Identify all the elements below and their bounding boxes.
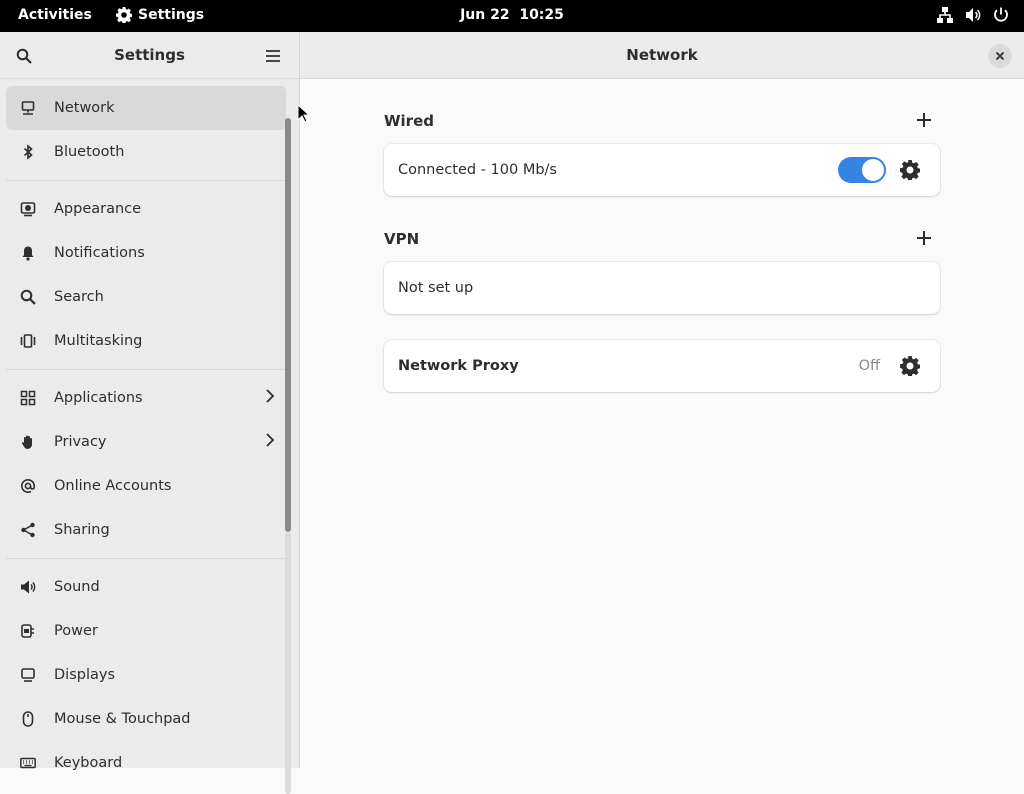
sidebar-item-multitasking[interactable]: Multitasking (6, 319, 286, 363)
bell-icon (18, 243, 38, 263)
sidebar-item-label: Sharing (54, 522, 110, 538)
hamburger-icon (266, 50, 280, 62)
sidebar-item-displays[interactable]: Displays (6, 653, 286, 697)
sidebar: Settings Network Bluetooth Appearance No… (0, 32, 300, 794)
gear-icon (116, 7, 132, 23)
main-menu-button[interactable] (261, 44, 285, 68)
network-proxy-label: Network Proxy (398, 358, 519, 374)
sidebar-item-label: Notifications (54, 245, 145, 261)
sidebar-item-mouse-touchpad[interactable]: Mouse & Touchpad (6, 697, 286, 741)
plus-icon (917, 231, 931, 245)
sidebar-item-online-accounts[interactable]: Online Accounts (6, 464, 286, 508)
sidebar-scrollbar-track[interactable] (285, 532, 291, 794)
sidebar-header: Settings (0, 32, 299, 79)
close-icon (995, 51, 1005, 61)
sidebar-item-label: Bluetooth (54, 144, 125, 160)
vpn-row: Not set up (384, 262, 940, 314)
mouse-cursor-icon (297, 104, 309, 123)
wired-connection-row: Connected - 100 Mb/s (384, 144, 940, 196)
network-proxy-state: Off (858, 358, 880, 374)
sidebar-item-label: Privacy (54, 434, 107, 450)
power-icon (994, 7, 1008, 22)
app-menu[interactable]: Settings (116, 7, 204, 23)
sidebar-item-network[interactable]: Network (6, 86, 286, 130)
top-bar: Activities Settings Jun 22 10:25 (0, 0, 1024, 32)
network-proxy-row[interactable]: Network Proxy Off (384, 340, 940, 392)
close-button[interactable] (988, 44, 1012, 68)
clock-date[interactable]: Jun 22 (460, 7, 510, 23)
multitasking-icon (18, 331, 38, 351)
sidebar-item-privacy[interactable]: Privacy (6, 420, 286, 464)
plus-icon (917, 113, 931, 127)
sidebar-item-power[interactable]: Power (6, 609, 286, 653)
bluetooth-icon (18, 142, 38, 162)
network-wired-icon (937, 7, 953, 23)
system-tray[interactable] (936, 6, 1010, 24)
sidebar-item-appearance[interactable]: Appearance (6, 187, 286, 231)
keyboard-icon (18, 753, 38, 773)
sidebar-item-label: Appearance (54, 201, 142, 217)
search-icon (18, 287, 38, 307)
sidebar-item-label: Search (54, 289, 104, 305)
sidebar-item-search[interactable]: Search (6, 275, 286, 319)
hand-icon (18, 432, 38, 452)
clock-time[interactable]: 10:25 (519, 7, 564, 23)
search-button[interactable] (12, 44, 36, 68)
panel-header: Network (300, 32, 1024, 79)
sidebar-item-sharing[interactable]: Sharing (6, 508, 286, 552)
sidebar-item-label: Keyboard (54, 755, 123, 771)
network-panel: Network Wired Connected - 100 Mb/s VPN N… (300, 32, 1024, 768)
sidebar-item-label: Sound (54, 579, 100, 595)
toggle-knob (862, 159, 884, 181)
activities-button[interactable]: Activities (18, 7, 92, 23)
sidebar-separator (6, 369, 286, 370)
network-icon (18, 98, 38, 118)
wired-section-title: Wired (384, 112, 434, 130)
sidebar-item-label: Multitasking (54, 333, 143, 349)
speaker-icon (18, 577, 38, 597)
sidebar-item-keyboard[interactable]: Keyboard (6, 741, 286, 785)
power-plug-icon (18, 621, 38, 641)
add-wired-button[interactable] (912, 108, 936, 132)
chevron-right-icon (262, 432, 278, 452)
sidebar-separator (6, 180, 286, 181)
gear-icon[interactable] (900, 356, 920, 376)
sidebar-item-label: Network (54, 100, 115, 116)
sidebar-list: Network Bluetooth Appearance Notificatio… (0, 80, 292, 785)
sidebar-scrollbar-thumb[interactable] (285, 118, 291, 532)
sidebar-title: Settings (114, 46, 185, 64)
search-icon (16, 48, 32, 64)
sidebar-item-applications[interactable]: Applications (6, 376, 286, 420)
apps-grid-icon (18, 388, 38, 408)
app-name: Settings (138, 7, 205, 23)
display-icon (18, 665, 38, 685)
sidebar-separator (6, 558, 286, 559)
sidebar-item-notifications[interactable]: Notifications (6, 231, 286, 275)
sidebar-item-label: Displays (54, 667, 116, 683)
vpn-status: Not set up (398, 280, 474, 296)
vpn-section-title: VPN (384, 230, 420, 248)
volume-icon (966, 8, 981, 22)
wired-toggle[interactable] (838, 157, 886, 183)
panel-title: Network (626, 46, 698, 64)
sidebar-item-sound[interactable]: Sound (6, 565, 286, 609)
at-icon (18, 476, 38, 496)
sidebar-item-bluetooth[interactable]: Bluetooth (6, 130, 286, 174)
sidebar-item-label: Power (54, 623, 98, 639)
add-vpn-button[interactable] (912, 226, 936, 250)
mouse-icon (18, 709, 38, 729)
gear-icon[interactable] (900, 160, 920, 180)
sidebar-item-label: Applications (54, 390, 143, 406)
sidebar-item-label: Mouse & Touchpad (54, 711, 191, 727)
share-icon (18, 520, 38, 540)
wired-status: Connected - 100 Mb/s (398, 162, 557, 178)
sidebar-item-label: Online Accounts (54, 478, 172, 494)
appearance-icon (18, 199, 38, 219)
chevron-right-icon (262, 388, 278, 408)
